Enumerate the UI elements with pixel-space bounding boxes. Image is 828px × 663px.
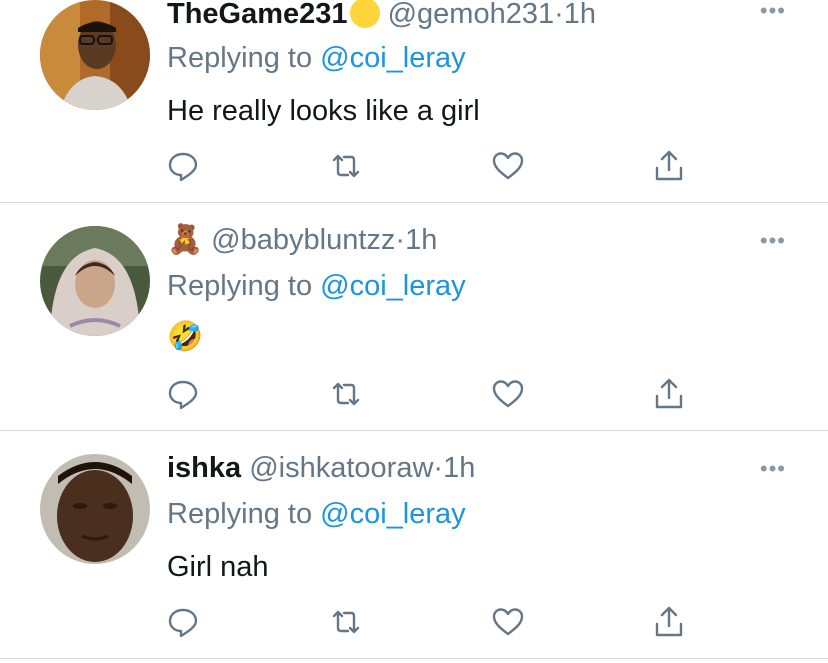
divider bbox=[0, 202, 828, 203]
tweet-text: Girl nah bbox=[167, 551, 269, 583]
tweet[interactable]: ishka @ishkatooraw·1h ••• Replying to @c… bbox=[0, 432, 828, 658]
replying-prefix: Replying to bbox=[167, 270, 321, 302]
tweet-actions bbox=[165, 604, 695, 640]
tweet-text: 🤣 bbox=[167, 321, 204, 353]
reply-icon[interactable] bbox=[165, 376, 201, 412]
tweet-header: TheGame231 @gemoh231·1h bbox=[167, 0, 748, 30]
yellow-circle-emoji bbox=[349, 0, 380, 28]
mention-link[interactable]: @coi_leray bbox=[320, 498, 466, 530]
user-handle[interactable]: @babybluntzz bbox=[211, 224, 395, 256]
divider bbox=[0, 430, 828, 431]
retweet-icon[interactable] bbox=[328, 148, 364, 184]
more-options-icon[interactable]: ••• bbox=[760, 458, 786, 480]
more-options-icon[interactable]: ••• bbox=[760, 0, 786, 22]
tweet-actions bbox=[165, 376, 695, 412]
replying-prefix: Replying to bbox=[167, 498, 321, 530]
reply-icon[interactable] bbox=[165, 148, 201, 184]
mention-link[interactable]: @coi_leray bbox=[320, 270, 466, 302]
avatar[interactable] bbox=[40, 226, 150, 336]
teddy-bear-emoji: 🧸 bbox=[167, 224, 204, 256]
retweet-icon[interactable] bbox=[328, 604, 364, 640]
retweet-icon[interactable] bbox=[328, 376, 364, 412]
share-icon[interactable] bbox=[651, 148, 687, 184]
more-options-icon[interactable]: ••• bbox=[760, 230, 786, 252]
separator: · bbox=[554, 0, 564, 30]
replying-to: Replying to @coi_leray bbox=[167, 42, 466, 74]
timestamp[interactable]: 1h bbox=[564, 0, 596, 30]
tweet-text: He really looks like a girl bbox=[167, 95, 480, 127]
avatar[interactable] bbox=[40, 454, 150, 564]
like-icon[interactable] bbox=[490, 148, 526, 184]
separator: · bbox=[433, 452, 444, 484]
replying-to: Replying to @coi_leray bbox=[167, 270, 466, 302]
share-icon[interactable] bbox=[651, 604, 687, 640]
tweet-header: ishka @ishkatooraw·1h bbox=[167, 452, 748, 484]
like-icon[interactable] bbox=[490, 604, 526, 640]
display-name[interactable]: TheGame231 bbox=[167, 0, 348, 30]
tweet-actions bbox=[165, 148, 695, 184]
replying-prefix: Replying to bbox=[167, 42, 321, 74]
divider bbox=[0, 658, 828, 659]
timestamp[interactable]: 1h bbox=[443, 452, 475, 484]
user-handle[interactable]: @gemoh231 bbox=[388, 0, 555, 30]
timestamp[interactable]: 1h bbox=[405, 224, 437, 256]
reply-icon[interactable] bbox=[165, 604, 201, 640]
share-icon[interactable] bbox=[651, 376, 687, 412]
separator: · bbox=[395, 224, 406, 256]
display-name[interactable]: ishka bbox=[167, 452, 241, 484]
tweet-header: 🧸 @babybluntzz·1h bbox=[167, 224, 748, 256]
user-handle[interactable]: @ishkatooraw bbox=[249, 452, 433, 484]
replying-to: Replying to @coi_leray bbox=[167, 498, 466, 530]
mention-link[interactable]: @coi_leray bbox=[320, 42, 466, 74]
tweet[interactable]: TheGame231 @gemoh231·1h ••• Replying to … bbox=[0, 0, 828, 200]
tweet[interactable]: 🧸 @babybluntzz·1h ••• Replying to @coi_l… bbox=[0, 204, 828, 430]
like-icon[interactable] bbox=[490, 376, 526, 412]
avatar[interactable] bbox=[40, 0, 150, 110]
